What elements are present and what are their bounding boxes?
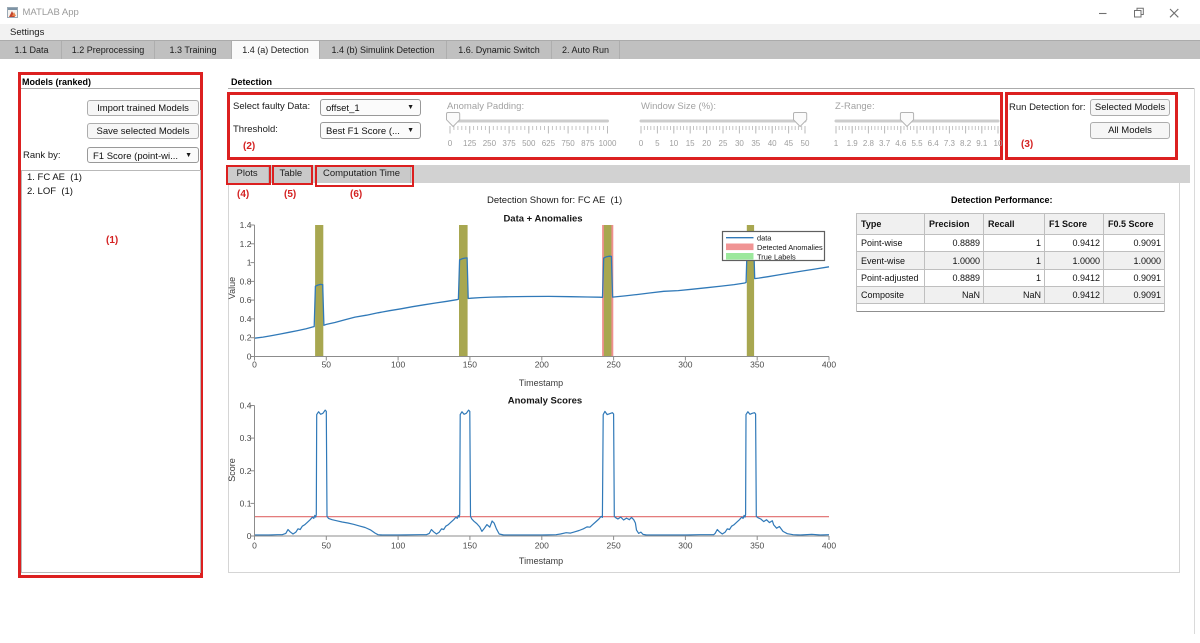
svg-text:1.4: 1.4 — [240, 220, 252, 230]
svg-text:45: 45 — [784, 139, 793, 148]
svg-text:Timestamp: Timestamp — [519, 556, 563, 566]
svg-text:0.3: 0.3 — [240, 433, 252, 443]
svg-text:0: 0 — [247, 531, 252, 541]
svg-text:Timestamp: Timestamp — [519, 378, 563, 388]
svg-text:Score: Score — [228, 458, 237, 482]
svg-text:300: 300 — [678, 541, 692, 551]
svg-text:625: 625 — [542, 139, 556, 148]
svg-text:3.7: 3.7 — [879, 139, 891, 148]
svg-text:50: 50 — [322, 360, 332, 370]
svg-text:50: 50 — [322, 541, 332, 551]
svg-text:Value: Value — [228, 277, 237, 299]
svg-text:300: 300 — [678, 360, 692, 370]
svg-text:10: 10 — [994, 139, 1003, 148]
svg-text:25: 25 — [719, 139, 728, 148]
svg-text:1.2: 1.2 — [240, 239, 252, 249]
svg-text:4.6: 4.6 — [895, 139, 907, 148]
svg-text:50: 50 — [801, 139, 810, 148]
svg-text:150: 150 — [463, 360, 477, 370]
svg-text:0.2: 0.2 — [240, 466, 252, 476]
svg-text:0: 0 — [448, 139, 453, 148]
svg-text:True Labels: True Labels — [757, 253, 796, 262]
svg-text:0.6: 0.6 — [240, 295, 252, 305]
svg-text:30: 30 — [735, 139, 744, 148]
svg-text:35: 35 — [751, 139, 760, 148]
svg-text:1: 1 — [247, 258, 252, 268]
svg-text:0.4: 0.4 — [240, 401, 252, 411]
svg-text:350: 350 — [750, 360, 764, 370]
svg-text:250: 250 — [607, 360, 621, 370]
svg-text:Data + Anomalies: Data + Anomalies — [503, 214, 582, 225]
svg-text:0: 0 — [252, 360, 257, 370]
svg-text:5: 5 — [655, 139, 660, 148]
svg-text:400: 400 — [822, 360, 836, 370]
svg-text:100: 100 — [391, 360, 405, 370]
svg-text:375: 375 — [502, 139, 516, 148]
svg-text:40: 40 — [768, 139, 777, 148]
svg-text:0.1: 0.1 — [240, 498, 252, 508]
svg-text:7.3: 7.3 — [944, 139, 956, 148]
svg-text:data: data — [757, 234, 772, 243]
svg-text:20: 20 — [702, 139, 711, 148]
svg-text:400: 400 — [822, 541, 836, 551]
svg-text:10: 10 — [669, 139, 678, 148]
svg-text:250: 250 — [607, 541, 621, 551]
svg-text:0: 0 — [252, 541, 257, 551]
svg-text:1: 1 — [834, 139, 839, 148]
svg-text:0.4: 0.4 — [240, 314, 252, 324]
svg-text:200: 200 — [535, 541, 549, 551]
svg-text:0: 0 — [247, 352, 252, 362]
svg-text:0.8: 0.8 — [240, 276, 252, 286]
svg-text:9.1: 9.1 — [976, 139, 988, 148]
svg-text:875: 875 — [581, 139, 595, 148]
svg-text:6.4: 6.4 — [928, 139, 940, 148]
svg-text:1.9: 1.9 — [847, 139, 859, 148]
svg-text:1000: 1000 — [599, 139, 617, 148]
svg-text:125: 125 — [463, 139, 477, 148]
svg-text:750: 750 — [561, 139, 575, 148]
svg-text:5.5: 5.5 — [911, 139, 923, 148]
svg-text:Anomaly Scores: Anomaly Scores — [508, 396, 582, 407]
svg-text:250: 250 — [483, 139, 497, 148]
svg-text:15: 15 — [686, 139, 695, 148]
svg-text:Detected Anomalies: Detected Anomalies — [757, 243, 823, 252]
svg-text:2.8: 2.8 — [863, 139, 875, 148]
svg-text:100: 100 — [391, 541, 405, 551]
svg-text:0: 0 — [639, 139, 644, 148]
svg-text:8.2: 8.2 — [960, 139, 972, 148]
svg-text:500: 500 — [522, 139, 536, 148]
svg-text:350: 350 — [750, 541, 764, 551]
svg-text:150: 150 — [463, 541, 477, 551]
svg-text:0.2: 0.2 — [240, 333, 252, 343]
svg-text:200: 200 — [535, 360, 549, 370]
